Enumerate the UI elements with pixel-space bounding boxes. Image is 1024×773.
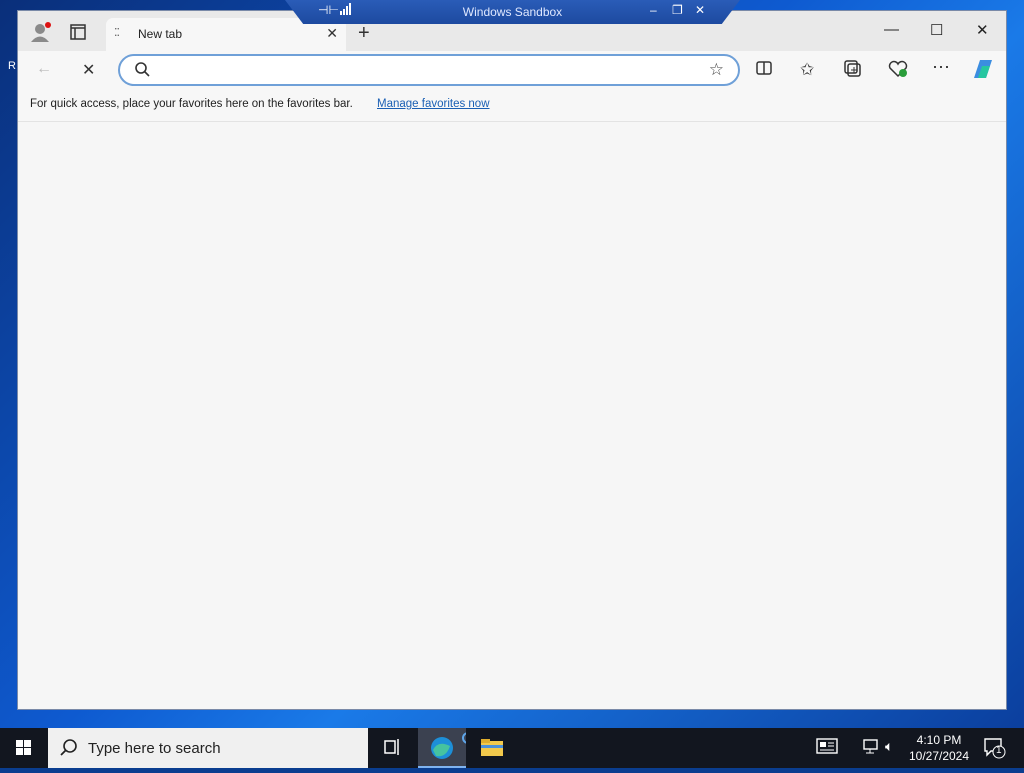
search-icon bbox=[134, 61, 150, 82]
manage-favorites-link[interactable]: Manage favorites now bbox=[377, 98, 490, 110]
task-view-button[interactable] bbox=[368, 728, 416, 768]
favorites-bar-message: For quick access, place your favorites h… bbox=[30, 98, 353, 110]
address-bar[interactable]: ☆ bbox=[118, 54, 740, 86]
tab-close-icon[interactable]: ✕ bbox=[326, 25, 338, 42]
taskbar-file-explorer[interactable] bbox=[468, 728, 516, 768]
edge-icon bbox=[431, 732, 474, 759]
loading-spinner-icon: ⁚⁚ bbox=[114, 27, 120, 39]
windows-logo-icon bbox=[16, 740, 31, 755]
split-screen-icon[interactable] bbox=[756, 60, 772, 81]
minimize-icon[interactable]: – bbox=[650, 3, 657, 17]
restore-icon[interactable]: ❐ bbox=[672, 3, 683, 17]
close-icon[interactable]: ✕ bbox=[695, 3, 705, 17]
desktop-edge-text: R bbox=[8, 60, 16, 72]
start-button[interactable] bbox=[0, 728, 48, 768]
stop-loading-icon[interactable]: ✕ bbox=[82, 60, 95, 80]
taskbar: Type here to search 🔈︎ 4:10 PM 10/27/202… bbox=[0, 728, 1024, 768]
back-icon[interactable]: ← bbox=[36, 60, 52, 78]
clock[interactable]: 4:10 PM 10/27/2024 bbox=[906, 732, 972, 764]
copilot-icon[interactable] bbox=[970, 56, 996, 87]
page-content bbox=[18, 122, 1006, 709]
taskbar-search-placeholder: Type here to search bbox=[88, 740, 221, 757]
add-favorite-star-icon[interactable]: ☆ bbox=[709, 60, 724, 80]
tab-title: New tab bbox=[138, 27, 183, 41]
sandbox-connection-bar: ⊣⊢ Windows Sandbox – ❐ ✕ bbox=[285, 0, 740, 24]
tab-actions-icon[interactable] bbox=[70, 24, 86, 44]
folder-icon bbox=[481, 739, 503, 756]
browser-toolbar: ← ✕ ☆ ✩ ⋯ bbox=[18, 51, 1006, 89]
network-icon[interactable] bbox=[862, 738, 880, 757]
notification-count: 1 bbox=[996, 745, 1002, 756]
search-icon bbox=[60, 739, 78, 762]
window-minimize-icon[interactable]: — bbox=[884, 21, 899, 38]
browser-window: ⁚⁚ New tab ✕ + — ☐ ✕ ← ✕ ☆ ✩ ⋯ For quick… bbox=[18, 11, 1006, 709]
action-center-icon[interactable]: 1 bbox=[983, 737, 1007, 762]
task-view-icon bbox=[384, 739, 399, 755]
window-maximize-icon[interactable]: ☐ bbox=[930, 21, 943, 39]
news-and-interests-icon[interactable] bbox=[816, 738, 838, 757]
clock-date: 10/27/2024 bbox=[908, 749, 970, 763]
browser-essentials-icon[interactable] bbox=[888, 60, 908, 83]
collections-icon[interactable] bbox=[844, 60, 862, 83]
new-tab-icon[interactable]: + bbox=[358, 22, 370, 45]
taskbar-edge[interactable] bbox=[418, 728, 474, 768]
volume-icon[interactable]: 🔈︎ bbox=[885, 738, 893, 755]
taskbar-search[interactable]: Type here to search bbox=[48, 728, 368, 768]
profile-icon[interactable] bbox=[30, 21, 52, 47]
clock-time: 4:10 PM bbox=[916, 733, 962, 747]
favorites-bar: For quick access, place your favorites h… bbox=[18, 89, 1006, 122]
favorites-icon[interactable]: ✩ bbox=[800, 60, 814, 80]
address-input[interactable] bbox=[156, 59, 700, 81]
more-options-icon[interactable]: ⋯ bbox=[932, 57, 950, 78]
window-close-icon[interactable]: ✕ bbox=[976, 21, 989, 39]
